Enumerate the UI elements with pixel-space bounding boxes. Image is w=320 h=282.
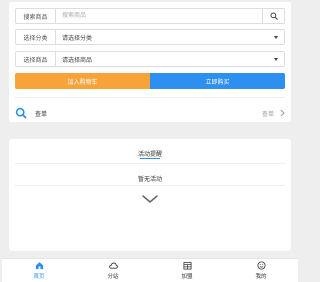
- tab-branch[interactable]: 分站: [76, 259, 150, 282]
- query-order-row[interactable]: 查单 查单: [15, 105, 285, 121]
- tab-join-label: 加盟: [181, 274, 193, 280]
- tab-join[interactable]: 加盟: [150, 259, 224, 282]
- bottom-tab-bar: 首页 分站 加盟 我的: [2, 258, 298, 282]
- tab-home[interactable]: 首页: [2, 259, 76, 282]
- category-select[interactable]: 请选择分类: [56, 30, 284, 44]
- query-order-link[interactable]: 查单: [262, 109, 285, 118]
- caret-down-icon: [274, 57, 278, 61]
- divider: [15, 185, 285, 186]
- divider: [15, 97, 285, 98]
- caret-down-icon: [274, 35, 278, 39]
- product-label: 选择商品: [16, 52, 56, 66]
- search-icon: [15, 107, 27, 119]
- expand-button[interactable]: [140, 193, 160, 205]
- category-select-value: 请选择分类: [62, 35, 93, 42]
- chevron-right-icon: [280, 109, 285, 117]
- home-icon: [35, 262, 43, 270]
- product-select[interactable]: 请选择商品: [56, 52, 284, 66]
- tab-mine[interactable]: 我的: [224, 259, 298, 282]
- search-icon: [269, 12, 278, 20]
- chevron-down-icon: [142, 195, 158, 203]
- tab-branch-label: 分站: [107, 274, 119, 280]
- category-label: 选择分类: [16, 30, 56, 44]
- buy-now-button[interactable]: 立即购买: [150, 73, 285, 89]
- divider: [15, 163, 285, 164]
- activity-title: 活动提醒: [137, 152, 162, 158]
- search-button[interactable]: [262, 9, 284, 23]
- search-row: 搜索商品: [15, 8, 285, 24]
- query-order-label: 查单: [35, 111, 48, 118]
- search-input[interactable]: [56, 9, 262, 23]
- product-select-value: 请选择商品: [62, 57, 93, 64]
- order-form-card: 搜索商品 选择分类 请选择分类 选择商品 请选择商品 加入购物车 立即购买: [9, 2, 291, 122]
- add-to-cart-button[interactable]: 加入购物车: [15, 73, 150, 89]
- activity-card: 活动提醒 暂无活动: [9, 139, 291, 251]
- cloud-icon: [108, 262, 118, 269]
- category-row: 选择分类 请选择分类: [15, 29, 285, 45]
- tab-mine-label: 我的: [255, 274, 267, 280]
- product-row: 选择商品 请选择商品: [15, 51, 285, 67]
- activity-title-underline: [140, 158, 160, 159]
- calendar-icon: [182, 262, 192, 270]
- smile-icon: [256, 261, 266, 270]
- tab-home-label: 首页: [33, 274, 45, 280]
- action-buttons: 加入购物车 立即购买: [15, 73, 285, 89]
- query-order-value: 查单: [261, 111, 274, 118]
- search-label: 搜索商品: [16, 9, 56, 23]
- activity-empty-text: 暂无活动: [137, 177, 162, 183]
